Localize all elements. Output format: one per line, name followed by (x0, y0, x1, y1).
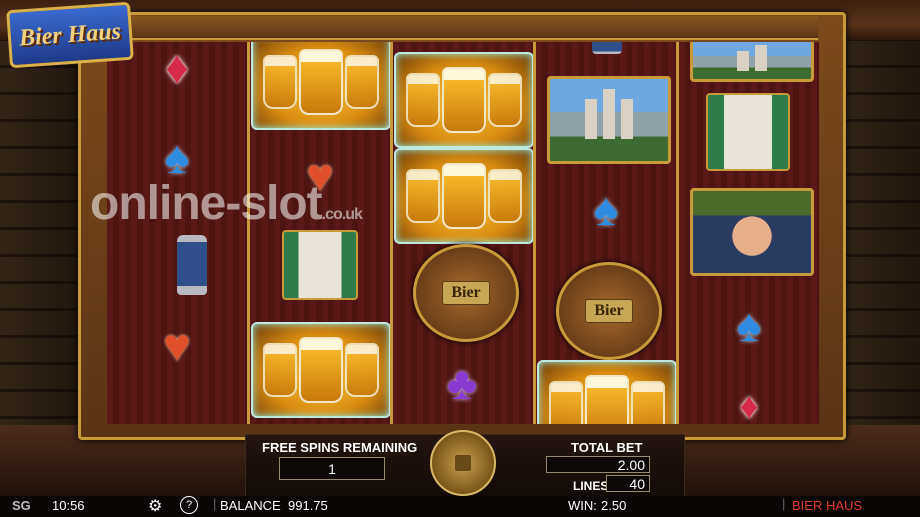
gear-icon[interactable]: ⚙ (148, 496, 162, 516)
sg-brand-logo: SG (12, 498, 31, 513)
watermark-main: online-slot (90, 177, 323, 230)
clock: 10:56 (52, 498, 85, 513)
balance-value: 991.75 (288, 498, 328, 513)
reel-frame-top (110, 16, 818, 40)
reels-area: ♦ ♠ ♥ ♥ Bier ♣ ♠ Bier ♠ ♦ (107, 42, 819, 424)
help-icon[interactable]: ? (180, 496, 198, 514)
bier-barrel-symbol: Bier (556, 262, 662, 360)
castle-symbol (547, 76, 671, 164)
balance-label: BALANCE (220, 498, 281, 513)
beer-stein-symbol (592, 42, 622, 56)
logo-text: Bier Haus (18, 17, 122, 52)
bier-barrel-label: Bier (442, 281, 490, 305)
bier-haus-logo: Bier Haus (6, 1, 134, 69)
win-label: WIN: (568, 498, 597, 513)
castle-symbol (690, 42, 814, 82)
diamond-symbol: ♦ (739, 385, 759, 424)
spade-symbol: ♠ (164, 131, 190, 183)
win-value: 2.50 (601, 498, 627, 513)
diamond-symbol: ♦ (165, 42, 189, 93)
heart-symbol: ♥ (163, 319, 191, 371)
spin-button[interactable] (430, 430, 496, 496)
lines-label: LINES (573, 479, 609, 493)
game-scene: ♦ ♠ ♥ ♥ Bier ♣ ♠ Bier ♠ ♦ Bier Haus onli… (0, 0, 920, 517)
stone-wall-left (0, 40, 82, 470)
club-symbol: ♣ (446, 357, 478, 409)
beer-stein-symbol (162, 230, 222, 300)
total-bet-value: 2.00 (546, 456, 650, 473)
bier-barrel-label: Bier (585, 299, 633, 323)
beer-mug-wild-symbol (251, 322, 391, 418)
total-bet-label: TOTAL BET (571, 440, 643, 455)
status-bar: SG 10:56 ⚙ ? | BALANCE 991.75 WIN: 2.50 … (0, 496, 920, 517)
accordion-symbol (703, 92, 793, 172)
watermark: online-slot.co.uk (90, 176, 363, 231)
stop-icon (455, 455, 471, 471)
beer-mug-wild-symbol (394, 52, 534, 148)
separator: | (213, 496, 217, 511)
reel-2: ♥ (250, 42, 391, 424)
bier-barrel-symbol: Bier (413, 244, 519, 342)
free-spins-value: 1 (279, 457, 385, 480)
game-name: BIER HAUS (792, 498, 863, 513)
reel-1: ♦ ♠ ♥ (107, 42, 247, 424)
lines-value: 40 (606, 475, 650, 492)
reel-5: ♠ ♦ (679, 42, 819, 424)
spade-symbol: ♠ (736, 299, 762, 351)
watermark-suffix: .co.uk (321, 206, 363, 223)
reel-4: ♠ Bier (536, 42, 677, 424)
beer-mug-wild-symbol (251, 42, 391, 130)
separator: | (782, 496, 786, 511)
free-spins-label: FREE SPINS REMAINING (262, 440, 418, 455)
spade-symbol: ♠ (593, 183, 619, 235)
beer-mug-wild-symbol (537, 360, 677, 424)
beer-mug-wild-symbol (394, 148, 534, 244)
bavarian-man-symbol (690, 188, 814, 276)
reel-3: Bier ♣ (393, 42, 534, 424)
accordion-symbol (280, 230, 360, 300)
stone-wall-right (838, 40, 920, 470)
